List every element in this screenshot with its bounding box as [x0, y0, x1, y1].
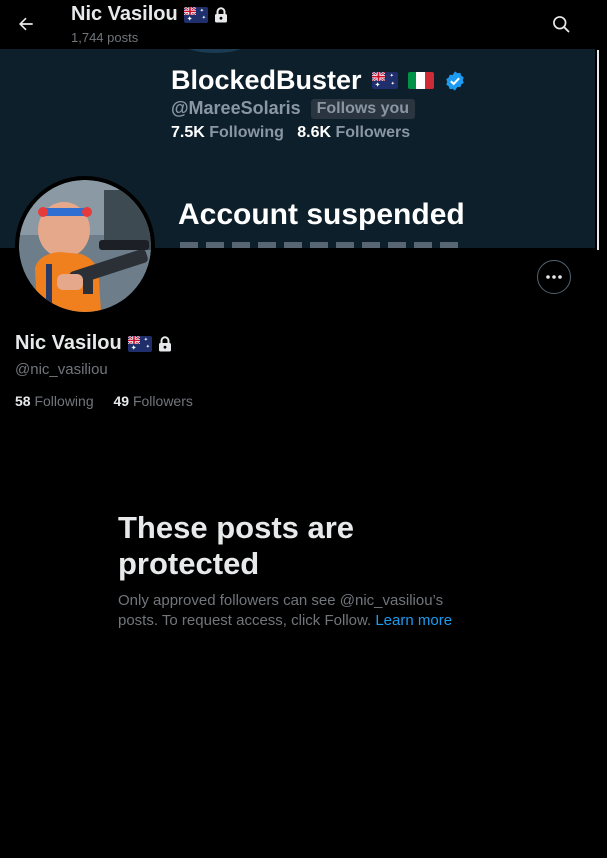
learn-more-link[interactable]: Learn more [375, 612, 452, 629]
banner-display-name: BlockedBuster ✦ ✦ ✦ [171, 65, 466, 96]
profile-name-text: Nic Vasilou [15, 332, 122, 354]
banner-cut-text [180, 242, 460, 248]
more-options-button[interactable] [537, 260, 571, 294]
protected-message: Only approved followers can see @nic_vas… [118, 591, 478, 631]
following-label: Following [34, 393, 94, 409]
australia-flag-icon: ✦ ✦ ✦ [371, 72, 398, 89]
banner-handle: @MareeSolaris Follows you [171, 98, 416, 119]
followers-label: Followers [132, 393, 193, 409]
italy-flag-icon [407, 72, 434, 89]
following-count: 58 [15, 393, 31, 409]
lock-icon [158, 335, 172, 352]
banner-stats: 7.5K Following 8.6K Followers [171, 124, 410, 142]
following-link[interactable]: 58 Following [15, 393, 94, 409]
back-arrow-icon [19, 17, 33, 31]
profile-handle: @nic_vasiliou [15, 361, 108, 378]
scrollbar[interactable] [595, 0, 607, 858]
banner-followers-label: Followers [335, 124, 411, 141]
avatar-image [19, 180, 151, 312]
banner-handle-text: @MareeSolaris [171, 98, 301, 118]
scrollbar-thumb[interactable] [597, 50, 599, 250]
profile-display-name: Nic Vasilou ✦ ✦ ✦ [15, 332, 172, 355]
back-button[interactable] [12, 10, 40, 38]
verified-badge-icon [444, 70, 466, 92]
banner-following-count: 7.5K [171, 124, 205, 141]
banner-name-text: BlockedBuster [171, 65, 362, 95]
australia-flag-icon: ✦ ✦ ✦ [183, 6, 208, 23]
lock-icon [214, 6, 228, 23]
banner-followers-count: 8.6K [297, 124, 332, 141]
post-count: 1,744 posts [71, 30, 139, 45]
banner-suspended-text: Account suspended [178, 198, 465, 231]
australia-flag-icon: ✦ ✦ ✦ [127, 335, 152, 352]
search-button[interactable] [547, 10, 575, 38]
top-bar: Nic Vasilou ✦ ✦ ✦ 1,744 posts [0, 0, 597, 49]
protected-title: These posts are protected [118, 510, 355, 581]
header-title: Nic Vasilou ✦ ✦ ✦ [71, 3, 228, 26]
search-icon [553, 16, 570, 33]
avatar[interactable] [15, 176, 155, 316]
more-icon [546, 275, 562, 279]
header-name: Nic Vasilou [71, 3, 178, 25]
banner-following-label: Following [209, 124, 284, 141]
followers-link[interactable]: 49 Followers [114, 393, 193, 409]
follows-you-badge: Follows you [310, 98, 416, 119]
profile-stats: 58 Following 49 Followers [15, 393, 193, 409]
followers-count: 49 [113, 393, 130, 409]
